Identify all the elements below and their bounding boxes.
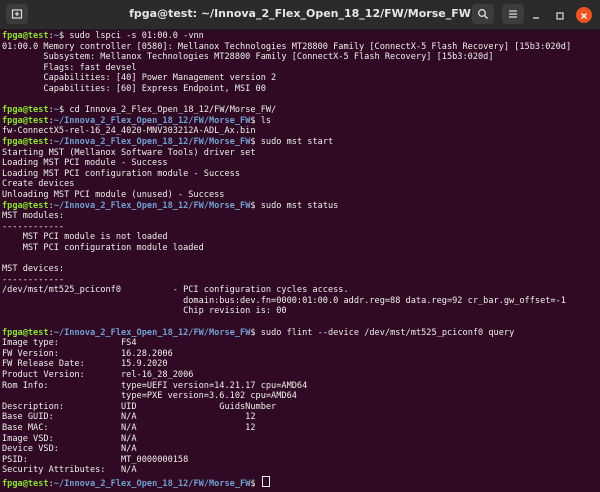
command-text: sudo flint --device /dev/mst/mt525_pcico… [255, 327, 515, 338]
output-line: Subsystem: Mellanox Technologies MT28800… [2, 52, 494, 63]
search-icon [477, 5, 489, 24]
output-line: /dev/mst/mt525_pciconf0 - PCI configurat… [2, 285, 349, 296]
prompt-user: fpga@test [2, 478, 49, 489]
output-line: domain:bus:dev.fn=0000:01:00.0 addr.reg=… [2, 295, 566, 306]
output-line: ------------ [2, 274, 65, 285]
output-line: 01:00.0 Memory controller [0580]: Mellan… [2, 41, 572, 52]
prompt-path: ~/Innova_2_Flex_Open_18_12/FW/Morse_FW [53, 115, 251, 126]
prompt-line: fpga@test:~$ sudo lspci -s 01:00.0 -vnn [2, 31, 204, 41]
prompt-line: fpga@test:~/Innova_2_Flex_Open_18_12/FW/… [2, 327, 515, 338]
output-line: MST PCI configuration module loaded [2, 242, 204, 253]
output-line: Description: UID GuidsNumber [2, 401, 277, 412]
prompt-user: fpga@test [2, 31, 49, 41]
prompt-path: ~/Innova_2_Flex_Open_18_12/FW/Morse_FW [53, 136, 251, 147]
command-text: cd Innova_2_Flex_Open_18_12/FW/Morse_FW/ [64, 105, 277, 116]
output-line: Capabilities: [60] Express Endpoint, MSI… [2, 83, 266, 94]
output-line: Unloading MST PCI module (unused) - Succ… [2, 189, 225, 200]
maximize-button[interactable] [552, 7, 568, 23]
output-line: Base GUID: N/A 12 [2, 412, 256, 423]
output-line: Starting MST (Mellanox Software Tools) d… [2, 147, 256, 158]
command-text: sudo lspci -s 01:00.0 -vnn [64, 31, 204, 41]
prompt-user: fpga@test [2, 115, 49, 126]
output-line: Loading MST PCI configuration module - S… [2, 168, 240, 179]
prompt-path: ~/Innova_2_Flex_Open_18_12/FW/Morse_FW [53, 200, 251, 211]
close-icon [579, 6, 589, 25]
output-line: fw-ConnectX5-rel-16_24_4020-MNV303212A-A… [2, 126, 256, 137]
prompt-path: ~/Innova_2_Flex_Open_18_12/FW/Morse_FW [53, 478, 251, 489]
output-line: Device VSD: N/A [2, 444, 137, 455]
output-line: type=PXE version=3.6.102 cpu=AMD64 [2, 391, 297, 402]
prompt-user: fpga@test [2, 200, 49, 211]
search-button[interactable] [472, 4, 494, 24]
prompt-line: fpga@test:~/Innova_2_Flex_Open_18_12/FW/… [2, 200, 339, 211]
minimize-button[interactable] [528, 7, 544, 23]
output-line: MST modules: [2, 211, 65, 222]
output-line: MST devices: [2, 264, 65, 275]
output-line: Loading MST PCI module - Success [2, 158, 168, 169]
command-text: sudo mst status [255, 200, 339, 211]
text-cursor[interactable] [261, 475, 270, 487]
terminal-output[interactable]: fpga@test:~$ sudo lspci -s 01:00.0 -vnn 0… [2, 31, 592, 490]
output-line: MST PCI module is not loaded [2, 232, 168, 243]
hamburger-menu-icon [507, 5, 519, 24]
output-line: Rom Info: type=UEFI version=14.21.17 cpu… [2, 380, 308, 391]
prompt-line: fpga@test:~/Innova_2_Flex_Open_18_12/FW/… [2, 115, 272, 126]
menu-button[interactable] [502, 4, 524, 24]
scrollbar[interactable] [595, 31, 599, 490]
prompt-user: fpga@test [2, 136, 49, 147]
output-line: Chip revision is: 00 [2, 306, 287, 317]
close-button[interactable] [576, 7, 592, 23]
prompt-line: fpga@test:~/Innova_2_Flex_Open_18_12/FW/… [2, 136, 334, 147]
output-line: Base MAC: N/A 12 [2, 422, 256, 433]
prompt-line: fpga@test:~$ cd Innova_2_Flex_Open_18_12… [2, 105, 277, 116]
output-line: Flags: fast devsel [2, 62, 137, 73]
prompt-user: fpga@test [2, 105, 49, 116]
command-text: ls [255, 115, 272, 126]
output-line: Security Attributes: N/A [2, 465, 137, 476]
minimize-icon [531, 6, 541, 25]
maximize-icon [555, 6, 565, 25]
prompt-user: fpga@test [2, 327, 49, 338]
output-line: ------------ [2, 221, 65, 232]
command-text [256, 479, 261, 489]
prompt-path: ~/Innova_2_Flex_Open_18_12/FW/Morse_FW [53, 327, 251, 338]
command-text: sudo mst start [255, 136, 334, 147]
prompt-line: fpga@test:~/Innova_2_Flex_Open_18_12/FW/… [2, 475, 592, 489]
title-bar[interactable]: fpga@test: ~/Innova_2_Flex_Open_18_12/FW… [0, 0, 600, 30]
output-line: Image type: FS4 [2, 338, 137, 349]
output-line: Capabilities: [40] Power Management vers… [2, 73, 277, 84]
output-line: FW Version: 16.28.2006 [2, 348, 173, 359]
output-line: Create devices [2, 179, 75, 190]
terminal-window: fpga@test: ~/Innova_2_Flex_Open_18_12/FW… [0, 0, 600, 492]
output-line: Product Version: rel-16_28_2006 [2, 370, 194, 380]
output-line: FW Release Date: 15.9.2020 [2, 359, 168, 370]
output-line: Image VSD: N/A [2, 433, 137, 444]
output-line: PSID: MT_0000000158 [2, 454, 189, 465]
